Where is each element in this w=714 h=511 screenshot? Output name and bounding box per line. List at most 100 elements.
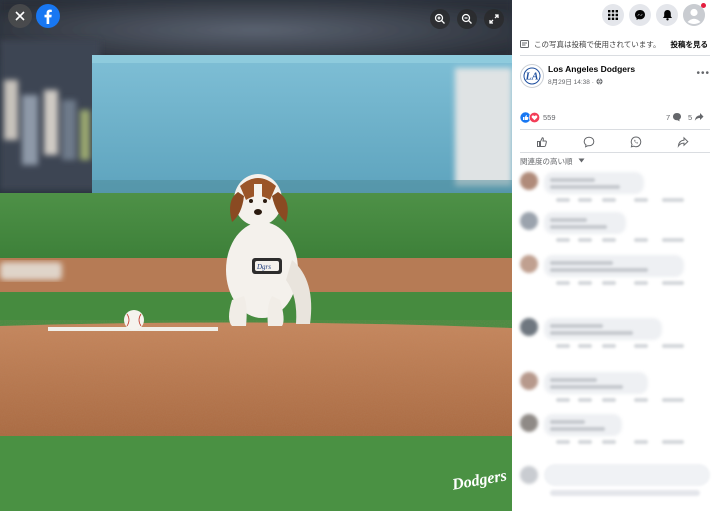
comment-action-blur[interactable] [556, 281, 570, 285]
post-header: LA Los Angeles Dodgers 8月29日 14:38 · ••• [520, 62, 710, 90]
more-options-button[interactable]: ••• [696, 68, 710, 79]
post-sidebar: この写真は投稿で使用されています。 投稿を見る LA Los Angeles D… [512, 0, 714, 511]
commenter-avatar[interactable] [520, 372, 538, 390]
comment-action-blur[interactable] [634, 440, 648, 444]
comment-action-blur[interactable] [602, 398, 616, 402]
page-avatar[interactable]: LA [520, 64, 544, 88]
close-viewer-button[interactable] [8, 4, 32, 28]
comment-text-blur [550, 268, 648, 272]
comment-action-blur[interactable] [662, 281, 684, 285]
comment-action-blur[interactable] [662, 440, 684, 444]
comment-action-blur[interactable] [578, 440, 592, 444]
comment-action-blur[interactable] [578, 198, 592, 202]
comment-action-blur[interactable] [634, 238, 648, 242]
comment-action-blur[interactable] [662, 344, 684, 348]
post-date[interactable]: 8月29日 14:38 · [548, 76, 603, 86]
thumbs-up-icon [537, 137, 547, 147]
comment-action-blur[interactable] [556, 440, 570, 444]
facebook-home-link[interactable] [36, 4, 60, 28]
whatsapp-icon [630, 136, 642, 148]
menu-grid-icon [608, 10, 618, 20]
comment-sort-dropdown[interactable]: 関連度の高い順 [520, 156, 585, 167]
comment-bubble [544, 212, 626, 234]
comment-text-blur [550, 261, 613, 265]
share-count: 5 [688, 112, 693, 122]
page-name[interactable]: Los Angeles Dodgers [548, 64, 635, 74]
comment-item [520, 255, 710, 289]
comment-action-blur[interactable] [556, 344, 570, 348]
comment-action-blur[interactable] [634, 344, 648, 348]
share-button[interactable] [673, 134, 693, 150]
share-icon [677, 136, 689, 148]
notice-divider [520, 55, 710, 56]
comment-item [520, 414, 710, 448]
comment-action-blur[interactable] [556, 398, 570, 402]
zoom-out-icon [461, 13, 472, 24]
comment-action-blur[interactable] [662, 238, 684, 242]
comment-text-blur [550, 427, 605, 431]
account-button[interactable] [683, 3, 706, 26]
globe-icon [596, 78, 603, 85]
photo-viewer: Dgrs Dodgers [0, 0, 512, 511]
comment-action-blur[interactable] [556, 198, 570, 202]
comment-action-blur[interactable] [662, 198, 684, 202]
photo-post-notice: この写真は投稿で使用されています。 投稿を見る [520, 36, 708, 52]
commenter-avatar[interactable] [520, 212, 538, 230]
comment-action-blur[interactable] [634, 281, 648, 285]
actions-bottom-divider [520, 152, 710, 153]
commenter-avatar[interactable] [520, 318, 538, 336]
comment-text-blur [550, 385, 623, 389]
share-arrow-icon [694, 113, 704, 121]
comment-action-blur[interactable] [602, 440, 616, 444]
zoom-in-button[interactable] [430, 9, 450, 29]
reactions-summary: 559 7 5 [520, 112, 710, 126]
comment-count-button[interactable]: 7 [666, 112, 682, 122]
comment-count: 7 [666, 112, 671, 122]
messenger-button[interactable] [629, 4, 651, 26]
like-button[interactable] [532, 134, 552, 150]
share-count-button[interactable]: 5 [688, 112, 704, 122]
commenter-avatar[interactable] [520, 172, 538, 190]
comment-action-blur[interactable] [556, 238, 570, 242]
comment-action-blur[interactable] [578, 238, 592, 242]
comment-text-blur [550, 420, 585, 424]
comment-action-blur[interactable] [578, 398, 592, 402]
more-dots-icon: ••• [696, 68, 710, 79]
notifications-bell-icon [662, 10, 672, 21]
comment-input[interactable] [544, 464, 710, 486]
composer-tools [550, 490, 700, 496]
comment-text-blur [550, 378, 597, 382]
notifications-button[interactable] [656, 4, 678, 26]
comment-action-blur[interactable] [602, 281, 616, 285]
comment-action-blur[interactable] [634, 198, 648, 202]
fullscreen-button[interactable] [484, 9, 504, 29]
comment-text-blur [550, 324, 603, 328]
comment-item [520, 172, 710, 206]
reactions-button[interactable]: 559 [520, 112, 556, 123]
commenter-avatar[interactable] [520, 414, 538, 432]
dodgers-logo-icon: LA [523, 67, 541, 85]
reaction-count: 559 [543, 113, 556, 122]
zoom-out-button[interactable] [457, 9, 477, 29]
top-navigation [512, 0, 714, 30]
comment-action-blur[interactable] [602, 238, 616, 242]
zoom-in-icon [434, 13, 445, 24]
post-actions-bar [520, 134, 710, 150]
comment-button[interactable] [579, 134, 599, 150]
comment-action-blur[interactable] [578, 344, 592, 348]
comment-action-blur[interactable] [602, 344, 616, 348]
whatsapp-share-button[interactable] [626, 134, 646, 150]
comment-action-blur[interactable] [634, 398, 648, 402]
comment-action-blur[interactable] [602, 198, 616, 202]
close-icon [15, 11, 25, 21]
commenter-avatar[interactable] [520, 255, 538, 273]
menu-button[interactable] [602, 4, 624, 26]
fullscreen-icon [489, 14, 499, 24]
comment-action-blur[interactable] [578, 281, 592, 285]
post-notice-icon [520, 40, 529, 48]
comment-icon [583, 136, 595, 148]
dog-on-pitchers-mound-photo: Dgrs [0, 0, 512, 511]
comment-bubble [544, 414, 622, 436]
see-post-link[interactable]: 投稿を見る [671, 39, 709, 50]
comment-action-blur[interactable] [662, 398, 684, 402]
